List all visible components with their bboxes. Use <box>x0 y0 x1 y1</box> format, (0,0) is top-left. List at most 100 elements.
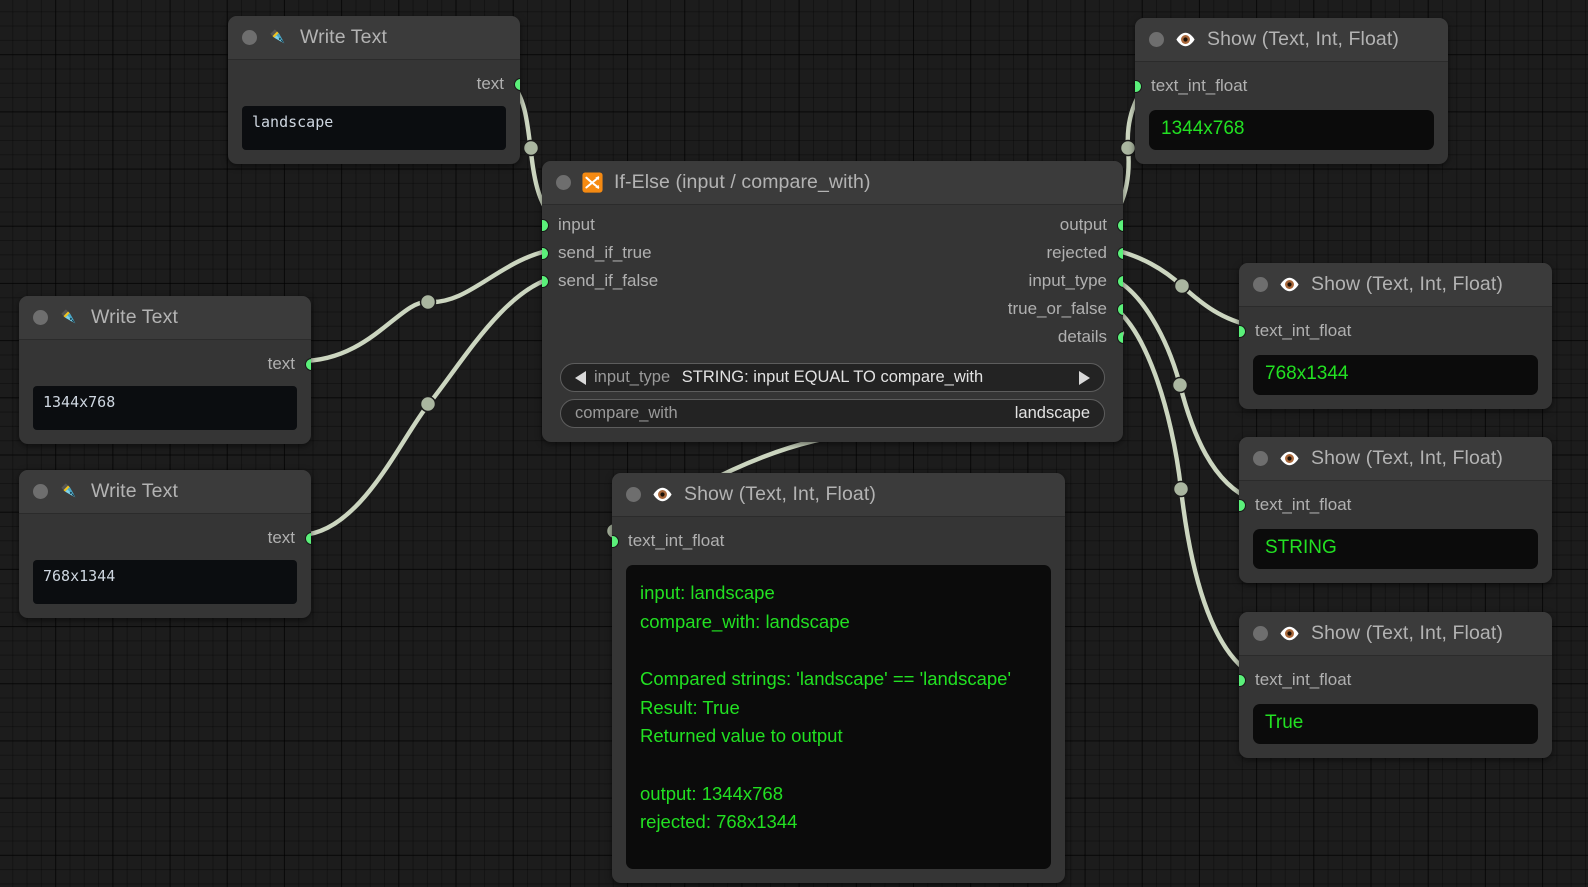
slot-row: details <box>542 323 1123 351</box>
slot-label-input-type: input_type <box>1029 271 1107 291</box>
slot-label-rejected: rejected <box>1047 243 1107 263</box>
display-value: STRING <box>1253 529 1538 569</box>
text-value-field[interactable]: landscape <box>242 106 506 150</box>
reroute-dot <box>1174 482 1189 497</box>
slot-dot-output[interactable] <box>1118 220 1124 231</box>
slot-dot-input[interactable] <box>612 536 618 547</box>
slot-dot-input[interactable] <box>542 220 548 231</box>
input-slot-text-int-float[interactable]: text_int_float <box>1239 317 1552 345</box>
pen-nib-icon <box>268 27 289 48</box>
chevron-right-icon[interactable] <box>1079 371 1090 385</box>
slot-dot-true-or-false[interactable] <box>1118 304 1124 315</box>
node-body: text 1344x768 <box>19 350 311 444</box>
collapse-dot[interactable] <box>1149 32 1164 47</box>
output-slot-text[interactable]: text <box>19 350 311 378</box>
slot-dot-send-if-false[interactable] <box>542 276 548 287</box>
slot-dot-output[interactable] <box>306 359 312 370</box>
collapse-dot[interactable] <box>1253 451 1268 466</box>
slot-dot-input[interactable] <box>1239 500 1245 511</box>
text-value-field[interactable]: 768x1344 <box>33 560 297 604</box>
collapse-dot[interactable] <box>33 310 48 325</box>
slot-label-input: input <box>558 215 595 235</box>
widget-label: compare_with <box>575 404 678 423</box>
wire-1344-to-sendtrue <box>301 249 556 361</box>
node-graph-canvas[interactable]: Write Text text landscape <box>0 0 1588 887</box>
slot-label: text <box>477 74 504 94</box>
node-write-text-768x1344[interactable]: Write Text text 768x1344 <box>19 470 311 618</box>
collapse-dot[interactable] <box>33 484 48 499</box>
slot-dot-output[interactable] <box>306 533 312 544</box>
slot-label-true-or-false: true_or_false <box>1008 299 1107 319</box>
node-header[interactable]: Show (Text, Int, Float) <box>1239 263 1552 307</box>
node-title: Show (Text, Int, Float) <box>1311 447 1503 470</box>
node-title: Show (Text, Int, Float) <box>684 483 876 506</box>
text-value-field[interactable]: 1344x768 <box>33 386 297 430</box>
eye-icon <box>1175 29 1196 50</box>
node-header[interactable]: Write Text <box>228 16 520 60</box>
node-show-output[interactable]: Show (Text, Int, Float) text_int_float 1… <box>1135 18 1448 164</box>
node-title: Write Text <box>91 480 178 503</box>
node-show-true-or-false[interactable]: Show (Text, Int, Float) text_int_float T… <box>1239 612 1552 758</box>
node-header[interactable]: Write Text <box>19 470 311 514</box>
output-slot-text[interactable]: text <box>19 524 311 552</box>
eye-icon <box>1279 274 1300 295</box>
pen-nib-icon <box>59 481 80 502</box>
slot-dot-rejected[interactable] <box>1118 248 1124 259</box>
input-slot-text-int-float[interactable]: text_int_float <box>1239 491 1552 519</box>
collapse-dot[interactable] <box>1253 626 1268 641</box>
reroute-dot <box>421 295 436 310</box>
slot-dot-details[interactable] <box>1118 332 1124 343</box>
wire-768-to-sendfalse <box>301 277 556 535</box>
slot-label: text_int_float <box>1151 76 1247 96</box>
widget-value[interactable]: landscape <box>1015 404 1090 423</box>
widget-input-type[interactable]: input_type STRING: input EQUAL TO compar… <box>560 363 1105 392</box>
node-header[interactable]: Show (Text, Int, Float) <box>1135 18 1448 62</box>
node-show-input-type[interactable]: Show (Text, Int, Float) text_int_float S… <box>1239 437 1552 583</box>
node-body: text_int_float input: landscape compare_… <box>612 527 1065 883</box>
slot-dot-input-type[interactable] <box>1118 276 1124 287</box>
node-show-rejected[interactable]: Show (Text, Int, Float) text_int_float 7… <box>1239 263 1552 409</box>
node-header[interactable]: Write Text <box>19 296 311 340</box>
node-if-else[interactable]: If-Else (input / compare_with) input out… <box>542 161 1123 442</box>
node-title: Write Text <box>300 26 387 49</box>
node-write-text-1344x768[interactable]: Write Text text 1344x768 <box>19 296 311 444</box>
wire-768-to-sendfalse-core <box>301 277 556 535</box>
slot-row: send_if_false input_type <box>542 267 1123 295</box>
node-header[interactable]: Show (Text, Int, Float) <box>612 473 1065 517</box>
node-header[interactable]: Show (Text, Int, Float) <box>1239 612 1552 656</box>
node-show-details[interactable]: Show (Text, Int, Float) text_int_float i… <box>612 473 1065 883</box>
widget-compare-with[interactable]: compare_with landscape <box>560 399 1105 428</box>
slot-dot-input[interactable] <box>1135 81 1141 92</box>
pen-nib-icon <box>59 307 80 328</box>
node-title: If-Else (input / compare_with) <box>614 171 871 194</box>
input-slot-text-int-float[interactable]: text_int_float <box>612 527 1065 555</box>
slot-dot-input[interactable] <box>1239 326 1245 337</box>
node-body: text_int_float True <box>1239 666 1552 758</box>
node-header[interactable]: If-Else (input / compare_with) <box>542 161 1123 205</box>
collapse-dot[interactable] <box>1253 277 1268 292</box>
display-value: True <box>1253 704 1538 744</box>
input-slot-text-int-float[interactable]: text_int_float <box>1135 72 1448 100</box>
collapse-dot[interactable] <box>556 175 571 190</box>
wire-trueorfalse-to-show-core <box>1110 305 1253 675</box>
reroute-dot <box>1173 378 1188 393</box>
slot-label-output: output <box>1060 215 1107 235</box>
reroute-dot <box>1121 141 1136 156</box>
eye-icon <box>1279 448 1300 469</box>
collapse-dot[interactable] <box>242 30 257 45</box>
slot-dot-output[interactable] <box>515 79 521 90</box>
node-body: text 768x1344 <box>19 524 311 618</box>
slot-dot-send-if-true[interactable] <box>542 248 548 259</box>
display-value: 1344x768 <box>1149 110 1434 150</box>
output-slot-text[interactable]: text <box>228 70 520 98</box>
slot-dot-input[interactable] <box>1239 675 1245 686</box>
slot-label-send-if-false: send_if_false <box>558 271 658 291</box>
slot-label: text_int_float <box>1255 495 1351 515</box>
node-write-text-landscape[interactable]: Write Text text landscape <box>228 16 520 164</box>
node-title: Show (Text, Int, Float) <box>1311 622 1503 645</box>
collapse-dot[interactable] <box>626 487 641 502</box>
chevron-left-icon[interactable] <box>575 371 586 385</box>
node-header[interactable]: Show (Text, Int, Float) <box>1239 437 1552 481</box>
eye-icon <box>652 484 673 505</box>
input-slot-text-int-float[interactable]: text_int_float <box>1239 666 1552 694</box>
